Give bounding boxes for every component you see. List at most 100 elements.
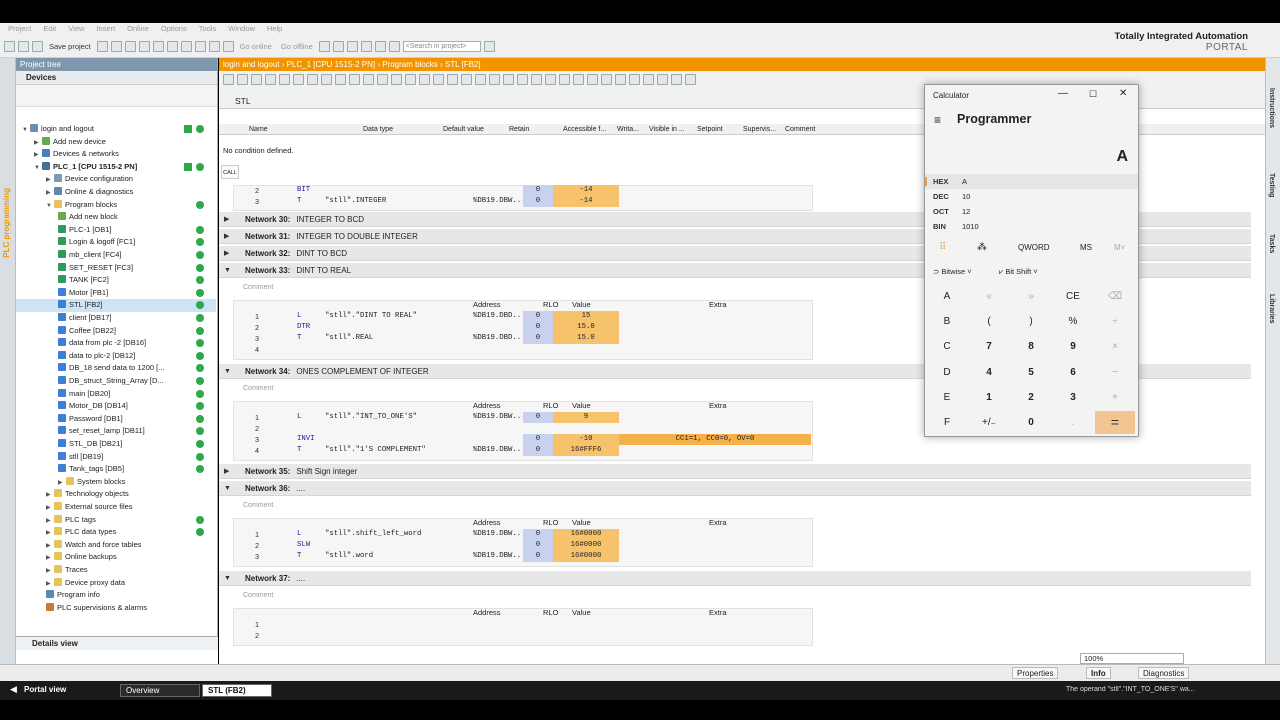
go-offline-button[interactable]: Go offline bbox=[281, 42, 313, 51]
key-3-0[interactable]: D bbox=[927, 361, 967, 384]
stl-line[interactable]: 3 T "stll".REAL %DB19.DBD... 0 15.0 bbox=[233, 333, 813, 344]
menu-item-online[interactable]: Online bbox=[127, 23, 149, 35]
key-2-2[interactable]: 8 bbox=[1011, 335, 1051, 358]
plc-programming-side-tab[interactable]: PLC programming bbox=[0, 58, 16, 678]
search-go-icon[interactable] bbox=[483, 40, 495, 52]
tree-item[interactable]: Motor [FB1] bbox=[16, 287, 216, 300]
tree-item[interactable]: ▶ PLC tags bbox=[16, 514, 216, 527]
collapse-arrow-icon[interactable]: ▼ bbox=[224, 481, 231, 496]
tree-item[interactable]: ▶ Devices & networks bbox=[16, 148, 216, 161]
tree-item[interactable]: Coffee [DB22] bbox=[16, 325, 216, 338]
key-4-0[interactable]: E bbox=[927, 386, 967, 409]
task-card-instructions[interactable]: Instructions bbox=[1268, 88, 1275, 128]
paste-icon[interactable] bbox=[124, 40, 136, 52]
tree-item[interactable]: ▶ Technology objects bbox=[16, 488, 216, 501]
key-1-0[interactable]: B bbox=[927, 310, 967, 333]
tree-item[interactable]: PLC supervisions & alarms bbox=[16, 602, 216, 615]
key-0-3[interactable]: CE bbox=[1053, 285, 1093, 308]
expand-arrow-icon[interactable]: ▶ bbox=[224, 229, 229, 244]
undo-icon[interactable] bbox=[152, 40, 164, 52]
menu-item-edit[interactable]: Edit bbox=[43, 23, 56, 35]
overview-task[interactable]: Overview bbox=[120, 684, 200, 697]
menu-item-project[interactable]: Project bbox=[8, 23, 31, 35]
new-project-icon[interactable] bbox=[4, 40, 15, 52]
menu-item-insert[interactable]: Insert bbox=[96, 23, 115, 35]
diagnostics-tab[interactable]: Diagnostics bbox=[1138, 667, 1190, 679]
upload-icon[interactable] bbox=[208, 40, 220, 52]
key-1-3[interactable]: % bbox=[1053, 310, 1093, 333]
tree-item[interactable]: STL [FB2] bbox=[16, 299, 216, 312]
tree-item[interactable]: ▶ Device configuration bbox=[16, 173, 216, 186]
go-online-button[interactable]: Go online bbox=[240, 42, 272, 51]
tree-item[interactable]: set_reset_lamp [DB11] bbox=[16, 425, 216, 438]
key-5-0[interactable]: F bbox=[927, 411, 967, 434]
key-4-1[interactable]: 1 bbox=[969, 386, 1009, 409]
task-card-tasks[interactable]: Tasks bbox=[1268, 234, 1275, 253]
tree-item[interactable]: ▶ Online & diagnostics bbox=[16, 186, 216, 199]
tree-item[interactable]: ▼ PLC_1 [CPU 1515-2 PN] bbox=[16, 161, 216, 174]
tree-item[interactable]: ▶ Device proxy data bbox=[16, 577, 216, 590]
network-comment[interactable]: Comment bbox=[243, 502, 273, 509]
tree-item[interactable]: Motor_DB [DB14] bbox=[16, 400, 216, 413]
expand-arrow-icon[interactable]: ▶ bbox=[224, 212, 229, 227]
network-comment[interactable]: Comment bbox=[243, 385, 273, 392]
key-3-1[interactable]: 4 bbox=[969, 361, 1009, 384]
zoom-select[interactable]: 100% bbox=[1080, 653, 1184, 664]
menu-item-help[interactable]: Help bbox=[267, 23, 282, 35]
stl-line[interactable]: 1 L "stll"."INT_TO_ONE'S" %DB19.DBW... 0 9 bbox=[233, 412, 813, 423]
key-3-4[interactable]: − bbox=[1095, 361, 1135, 384]
open-project-icon[interactable] bbox=[18, 40, 29, 52]
tree-item[interactable]: client [DB17] bbox=[16, 312, 216, 325]
task-card-libraries[interactable]: Libraries bbox=[1268, 294, 1275, 324]
compile-icon[interactable] bbox=[180, 40, 192, 52]
key-1-2[interactable]: ) bbox=[1011, 310, 1051, 333]
tree-item[interactable]: ▶ Traces bbox=[16, 564, 216, 577]
keypad-icon[interactable]: ⠿ bbox=[939, 242, 946, 253]
tree-item[interactable]: Tank_tags [DB5] bbox=[16, 463, 216, 476]
tree-item[interactable]: ▼ Program blocks bbox=[16, 199, 216, 212]
radix-dec[interactable]: DEC 10 bbox=[925, 189, 1138, 204]
network-header-n37[interactable]: ▼ Network 37:.... bbox=[219, 571, 1251, 586]
key-4-4[interactable]: + bbox=[1095, 386, 1135, 409]
cross-reference-icon[interactable] bbox=[360, 40, 372, 52]
stl-line[interactable]: 2 BIT 0 -14 bbox=[233, 185, 813, 196]
stl-line[interactable]: 3 T "stll".word %DB19.DBW... 0 16#0000 bbox=[233, 551, 813, 562]
simulation-icon[interactable] bbox=[222, 40, 234, 52]
key-1-1[interactable]: ( bbox=[969, 310, 1009, 333]
key-5-4[interactable]: = bbox=[1095, 411, 1135, 434]
split-vertical-icon[interactable] bbox=[388, 40, 400, 52]
cut-icon[interactable] bbox=[96, 40, 108, 52]
stl-line[interactable]: 3 INVI 0 -10 CC1=1, CC0=0, OV=0 bbox=[233, 434, 813, 445]
portal-arrow-icon[interactable]: ◀ bbox=[10, 684, 17, 695]
key-2-3[interactable]: 9 bbox=[1053, 335, 1093, 358]
key-2-0[interactable]: C bbox=[927, 335, 967, 358]
tree-item[interactable]: stll [DB19] bbox=[16, 451, 216, 464]
save-project-button[interactable]: Save project bbox=[49, 42, 91, 51]
menu-item-options[interactable]: Options bbox=[161, 23, 187, 35]
start-cpu-icon[interactable] bbox=[332, 40, 344, 52]
tree-item[interactable]: ▶ Online backups bbox=[16, 551, 216, 564]
key-5-2[interactable]: 0 bbox=[1011, 411, 1051, 434]
tree-item[interactable]: DB_18 send data to 1200 [... bbox=[16, 362, 216, 375]
stl-line[interactable]: 4 T "stll"."1'S COMPLEMENT" %DB19.DBW... 0 16… bbox=[233, 445, 813, 456]
stl-line[interactable]: 2 DTR 0 15.0 bbox=[233, 322, 813, 333]
collapse-arrow-icon[interactable]: ▼ bbox=[224, 263, 231, 278]
stl-code-block[interactable]: Address RLO Value Extra 1 L "stll"."DINT TO RE… bbox=[233, 300, 813, 360]
network-header-n36[interactable]: ▼ Network 36:.... bbox=[219, 481, 1251, 496]
key-0-0[interactable]: A bbox=[927, 285, 967, 308]
stl-code-block[interactable]: Address RLO Value Extra 1 L "stll".shift_left_… bbox=[233, 518, 813, 567]
tree-item[interactable]: main [DB20] bbox=[16, 388, 216, 401]
tree-item[interactable]: Login & logoff [FC1] bbox=[16, 236, 216, 249]
menu-item-tools[interactable]: Tools bbox=[199, 23, 217, 35]
minimize-icon[interactable]: — bbox=[1058, 88, 1068, 99]
key-3-3[interactable]: 6 bbox=[1053, 361, 1093, 384]
info-tab[interactable]: Info bbox=[1086, 667, 1111, 679]
tree-item[interactable]: ▼ login and logout bbox=[16, 123, 216, 136]
menu-item-view[interactable]: View bbox=[68, 23, 84, 35]
search-input[interactable]: <Search in project> bbox=[402, 40, 481, 52]
radix-oct[interactable]: OCT 12 bbox=[925, 204, 1138, 219]
stl-line[interactable]: 1 L "stll"."DINT TO REAL" %DB19.DBD... 0 15 bbox=[233, 311, 813, 322]
stl-code-block[interactable]: 2 BIT 0 -14 3 T "stll".INTEGER %DB19.DBW... 0 -14 bbox=[233, 185, 813, 211]
stl-line[interactable]: 2 bbox=[233, 423, 813, 434]
key-0-4[interactable]: ⌫ bbox=[1095, 285, 1135, 308]
